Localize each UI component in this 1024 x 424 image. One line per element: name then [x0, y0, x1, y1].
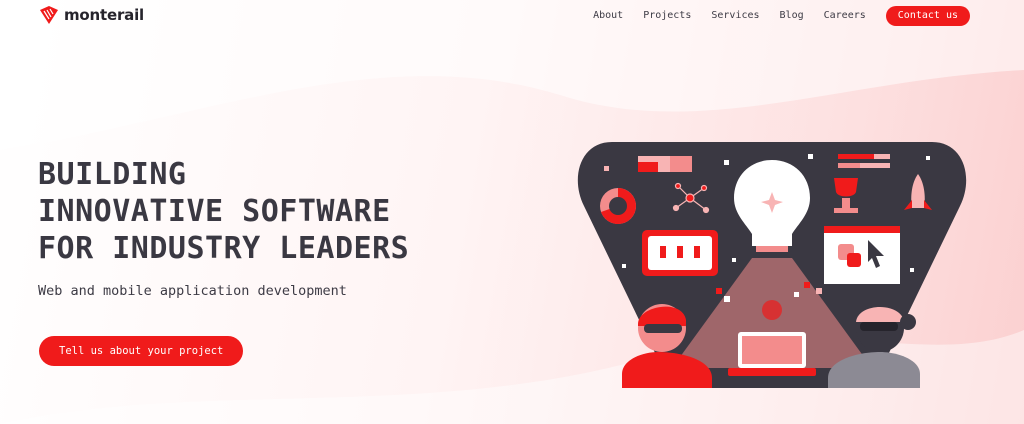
nav-projects[interactable]: Projects: [643, 6, 691, 26]
hero-title-line-3: FOR INDUSTRY LEADERS: [38, 231, 410, 266]
laptop-icon: [728, 332, 816, 376]
hero-subtitle: Web and mobile application development: [38, 283, 347, 299]
nav-blog[interactable]: Blog: [780, 6, 804, 26]
contact-us-button[interactable]: Contact us: [885, 6, 970, 26]
site-header: monterail About Projects Services Blog C…: [0, 0, 1024, 32]
hero-illustration: [577, 142, 967, 388]
nav-services[interactable]: Services: [711, 6, 759, 26]
top-left-bars-icon: [638, 156, 692, 172]
hero-title-line-2: INNOVATIVE SOFTWARE: [38, 194, 391, 229]
hero-section: BUILDING INNOVATIVE SOFTWARE FOR INDUSTR…: [38, 156, 409, 299]
cursor-window-icon: [824, 226, 900, 284]
monterail-logo-icon: [40, 6, 58, 24]
brand-name: monterail: [64, 6, 144, 24]
window-panel-left: [642, 230, 718, 276]
hero-title: BUILDING INNOVATIVE SOFTWARE FOR INDUSTR…: [38, 156, 409, 267]
hero-title-line-1: BUILDING: [38, 157, 187, 192]
brand-logo[interactable]: monterail: [38, 4, 144, 26]
main-nav: About Projects Services Blog Careers Con…: [593, 6, 970, 26]
nav-about[interactable]: About: [593, 6, 623, 26]
nav-careers[interactable]: Careers: [824, 6, 866, 26]
tell-us-about-project-button[interactable]: Tell us about your project: [39, 336, 244, 366]
gear-icon: [762, 300, 782, 320]
pie-chart-icon: [600, 188, 636, 224]
